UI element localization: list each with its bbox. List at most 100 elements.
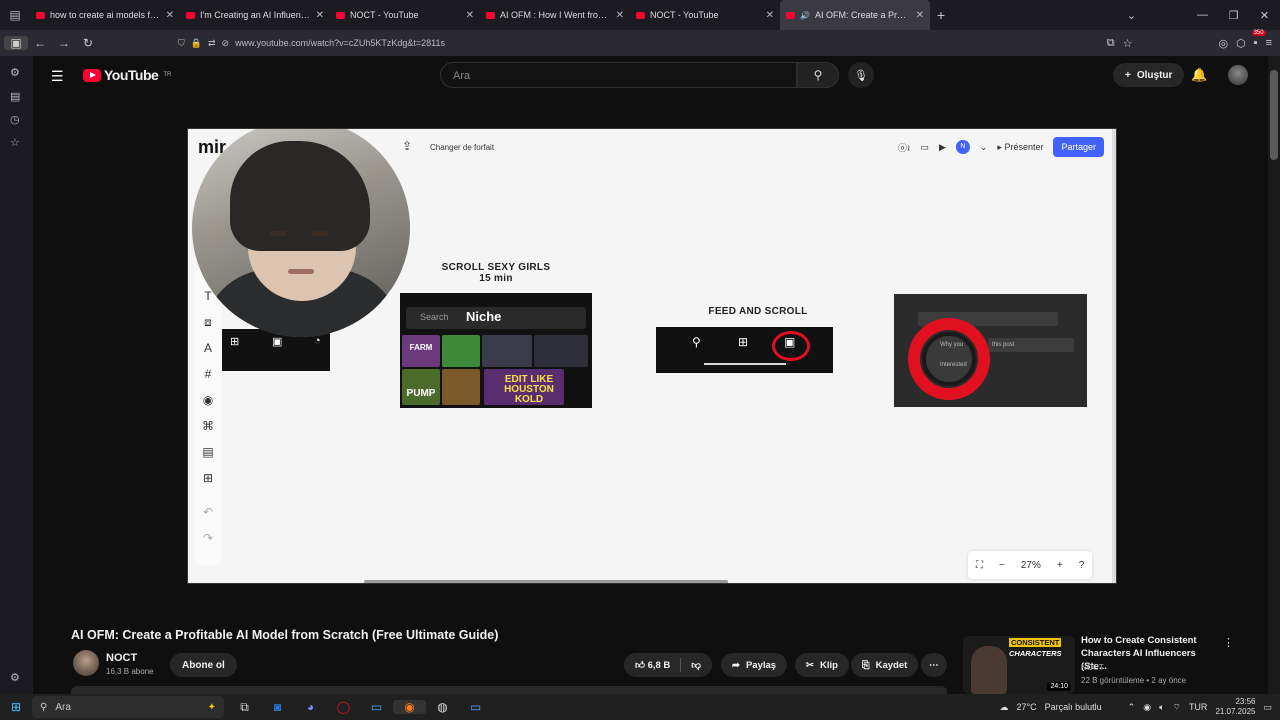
settings-gear-icon[interactable]: ⚙ [10, 66, 20, 79]
weather-desc[interactable]: Parçalı bulutlu [1045, 702, 1102, 712]
subscribe-button[interactable]: Abone ol [170, 653, 237, 677]
forward-icon[interactable]: → [52, 36, 76, 50]
recommended-thumbnail[interactable]: CONSISTENT CHARACTERS 24:10 [963, 636, 1075, 694]
location-icon[interactable]: ◉ [1143, 702, 1151, 713]
discord-icon[interactable]: ◕ [294, 700, 327, 714]
browser-tab[interactable]: NOCT - YouTube ✕ [630, 0, 780, 30]
notification-center-icon[interactable]: ▭ [1263, 702, 1272, 713]
close-tab-icon[interactable]: ✕ [166, 10, 174, 21]
new-tab-icon[interactable]: + [930, 7, 952, 23]
reload-icon[interactable]: ↻ [76, 36, 100, 50]
tracking-icon[interactable]: ⊘ [222, 38, 230, 49]
account-icon[interactable]: ◎ [1218, 37, 1228, 50]
more-actions-button[interactable]: ⋯ [921, 653, 947, 677]
speaker-icon[interactable]: 🔊 [800, 11, 810, 20]
bookmarks-star-icon[interactable]: ☆ [10, 136, 20, 149]
video-thumb [482, 335, 532, 367]
youtube-favicon-icon [486, 11, 495, 19]
outlook-icon[interactable]: ◙ [261, 700, 294, 714]
close-tab-icon[interactable]: ✕ [316, 10, 324, 21]
taskbar-search[interactable]: ⚲ Ara ✦ [32, 696, 224, 718]
windows-start-icon[interactable]: ⊞ [0, 700, 32, 714]
minimize-icon[interactable]: — [1187, 9, 1218, 21]
youtube-favicon-icon [36, 11, 45, 19]
niche-label: Niche [466, 309, 502, 324]
scrollbar-thumb[interactable] [1270, 70, 1278, 160]
firefox-icon[interactable]: ◉ [393, 700, 426, 714]
tab-title: AI OFM: Create a Profitable [814, 10, 911, 20]
search-input[interactable]: Ara [440, 62, 797, 88]
clip-button[interactable]: ✂ Klip [795, 653, 849, 677]
close-tab-icon[interactable]: ✕ [466, 10, 474, 21]
sidebar-toggle-icon[interactable]: ▣ [4, 36, 28, 50]
present-label: Présenter [1004, 141, 1044, 152]
video-player[interactable]: mir ⇪ Changer de forfait ⓞ≀ ▭ ▶ N ⌄ ▸ Pr… [187, 128, 1117, 584]
close-tab-icon[interactable]: ✕ [916, 10, 924, 21]
comment-icon: ▭ [920, 141, 929, 152]
close-window-icon[interactable]: ✕ [1249, 9, 1280, 22]
description-box[interactable] [71, 686, 947, 694]
lock-icon[interactable]: 🔒 [191, 38, 202, 49]
youtube-favicon-icon [336, 11, 345, 19]
menu-icon[interactable]: ≡ [1266, 37, 1272, 49]
network-icon[interactable]: ⌔ [1172, 702, 1180, 713]
thumbs-down-icon: 👎︎ [691, 660, 701, 671]
shield-icon[interactable]: ⛉ [178, 38, 185, 49]
task-view-icon[interactable]: ⧉ [228, 700, 261, 715]
tab-list-chevron-icon[interactable]: ⌄ [1116, 9, 1147, 22]
weather-icon[interactable]: ☁ [1000, 702, 1009, 713]
comment-tool-icon: ▤ [202, 445, 214, 459]
page-scrollbar[interactable] [1268, 56, 1280, 694]
app-window-icon[interactable]: ▭ [459, 700, 492, 714]
restore-icon[interactable]: ❐ [1218, 9, 1249, 22]
browser-tab[interactable]: I'm Creating an AI Influencer Fr ✕ [180, 0, 330, 30]
recommended-channel[interactable]: NOCT [1081, 663, 1104, 672]
close-tab-icon[interactable]: ✕ [616, 10, 624, 21]
search-button[interactable]: ⚲ [797, 62, 839, 88]
bookmark-star-icon[interactable]: ☆ [1123, 37, 1133, 50]
app-window-icon[interactable]: ▭ [360, 700, 393, 714]
more-vertical-icon[interactable]: ⋮ [1223, 636, 1234, 649]
notifications-bell-icon[interactable]: 🔔 [1191, 67, 1207, 83]
tab-title: how to create ai models for onl [50, 10, 161, 20]
user-avatar[interactable] [1228, 65, 1248, 85]
like-button[interactable]: 👍︎ 6,8 B [635, 659, 670, 671]
chevron-up-icon[interactable]: ⌃ [1128, 702, 1136, 713]
extensions-icon[interactable]: ⬡ [1236, 37, 1246, 50]
customize-gear-icon[interactable]: ⚙ [10, 671, 20, 684]
save-button[interactable]: ⎘ Kaydet [851, 653, 919, 677]
browser-tab[interactable]: AI OFM : How I Went from 0$ t ✕ [480, 0, 630, 30]
reading-list-icon[interactable]: ▤ [10, 90, 20, 103]
close-tab-icon[interactable]: ✕ [766, 10, 774, 21]
tracker-app-icon[interactable]: ◍ [426, 700, 459, 714]
browser-tab-active[interactable]: 🔊 AI OFM: Create a Profitable ✕ [780, 0, 930, 30]
channel-name[interactable]: NOCT [106, 652, 137, 664]
hamburger-menu-icon[interactable]: ☰ [51, 68, 64, 85]
permissions-icon[interactable]: ⇄ [208, 38, 216, 49]
card-title-line: 15 min [479, 273, 513, 284]
url-text[interactable]: www.youtube.com/watch?v=cZUh5KTzKdg&t=28… [235, 38, 445, 48]
browser-tab[interactable]: how to create ai models for onl ✕ [30, 0, 180, 30]
chevron-down-icon: ⌄ [979, 141, 988, 152]
recommended-video[interactable]: CONSISTENT CHARACTERS 24:10 How to Creat… [963, 634, 1263, 694]
volume-icon[interactable]: 🔈︎ [1159, 702, 1164, 713]
taskbar-apps: ⧉ ◙ ◕ ◯ ▭ ◉ ◍ ▭ [228, 694, 492, 720]
voice-search-button[interactable]: 🎙 [848, 62, 874, 88]
share-button[interactable]: ➦ Paylaş [721, 653, 788, 677]
dislike-button[interactable]: 👎︎ [691, 659, 701, 671]
input-language[interactable]: TUR [1189, 702, 1208, 712]
history-icon[interactable]: ◷ [10, 113, 20, 126]
back-icon[interactable]: ← [28, 36, 52, 50]
url-bar[interactable]: ⛉ 🔒 ⇄ ⊘ www.youtube.com/watch?v=cZUh5KTz… [178, 33, 445, 53]
weather-temp[interactable]: 27°C [1017, 702, 1037, 712]
youtube-logo[interactable]: YouTube TR [83, 67, 171, 83]
create-button[interactable]: + Oluştur [1113, 63, 1185, 87]
picture-in-picture-icon[interactable]: ⧉ [1107, 37, 1115, 50]
tab-overview-icon[interactable]: ▤ [0, 0, 30, 30]
video-duration: 24:10 [1047, 682, 1071, 691]
opera-icon[interactable]: ◯ [327, 700, 360, 714]
extension-badge-icon[interactable]: ▪ 350 [1251, 30, 1266, 49]
channel-avatar[interactable] [73, 650, 99, 676]
clock[interactable]: 23:56 21.07.2025 [1215, 697, 1255, 717]
browser-tab[interactable]: NOCT - YouTube ✕ [330, 0, 480, 30]
